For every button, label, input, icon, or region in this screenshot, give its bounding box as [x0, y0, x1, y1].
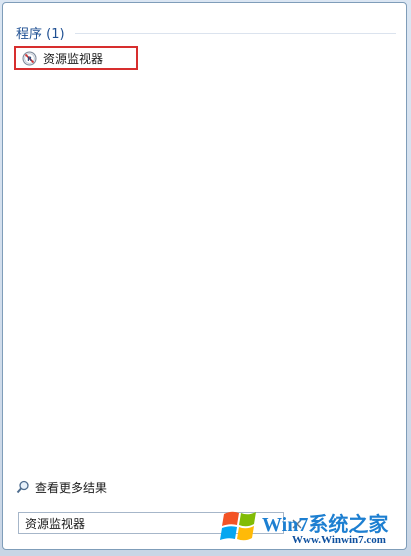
section-divider	[74, 32, 396, 34]
magnifier-icon	[16, 480, 30, 494]
programs-section-header: 程序 (1)	[16, 22, 396, 42]
search-results-pane: 程序 (1) R 资源监视器	[4, 4, 403, 468]
section-title: 程序 (1)	[16, 26, 65, 42]
svg-text:R: R	[27, 56, 32, 63]
program-result-label: 资源监视器	[43, 51, 104, 66]
clear-x-icon	[292, 514, 302, 533]
clear-search-button[interactable]	[286, 512, 308, 534]
see-more-results-link[interactable]: 查看更多结果	[16, 478, 107, 496]
program-result-resource-monitor[interactable]: R 资源监视器	[14, 46, 138, 70]
start-menu-search-panel: 程序 (1) R 资源监视器 查看更多结果 资源监视器 Win7系统之家 Www…	[0, 0, 411, 556]
resource-monitor-icon: R	[22, 51, 37, 66]
search-input[interactable]	[18, 512, 284, 534]
see-more-label: 查看更多结果	[35, 480, 108, 495]
